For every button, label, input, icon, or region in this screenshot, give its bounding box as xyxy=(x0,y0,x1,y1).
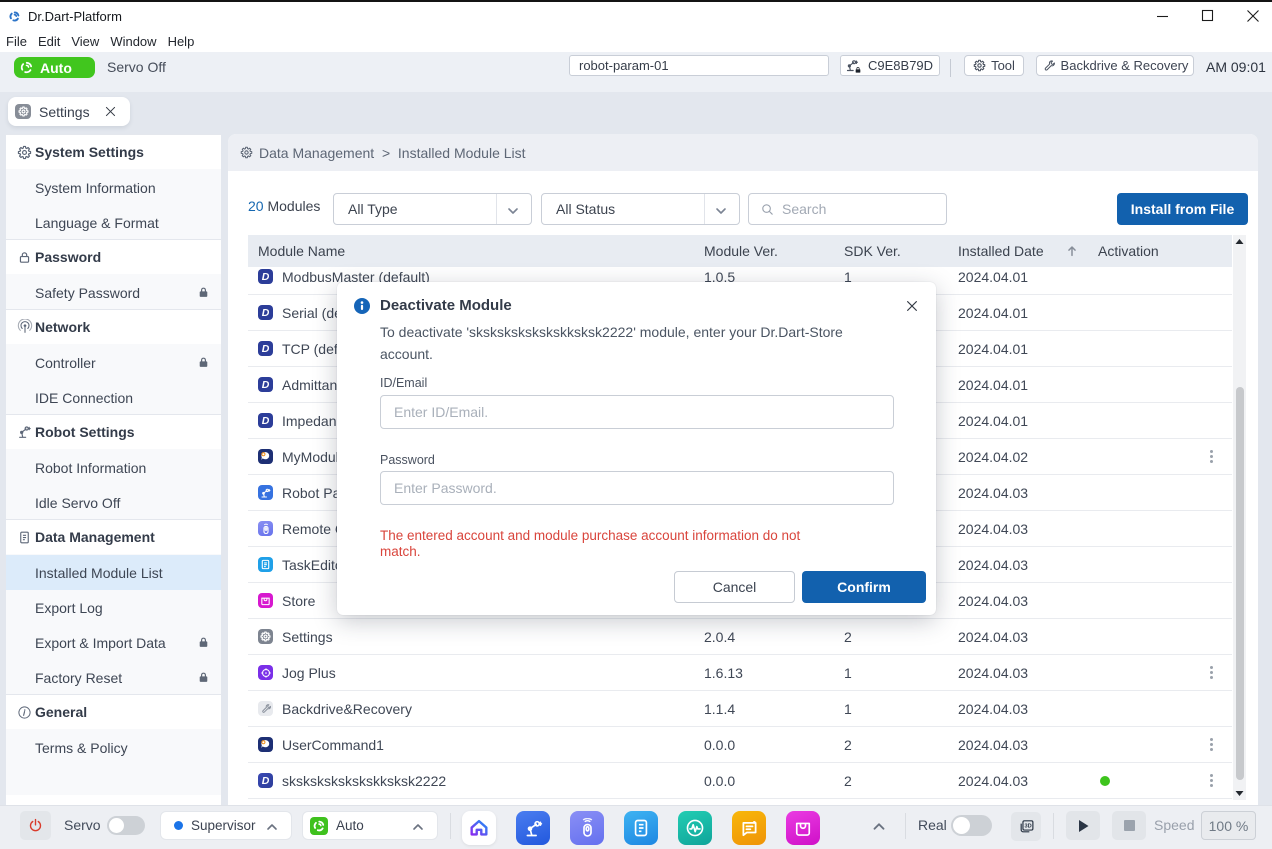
svg-text:3D: 3D xyxy=(1024,824,1031,830)
